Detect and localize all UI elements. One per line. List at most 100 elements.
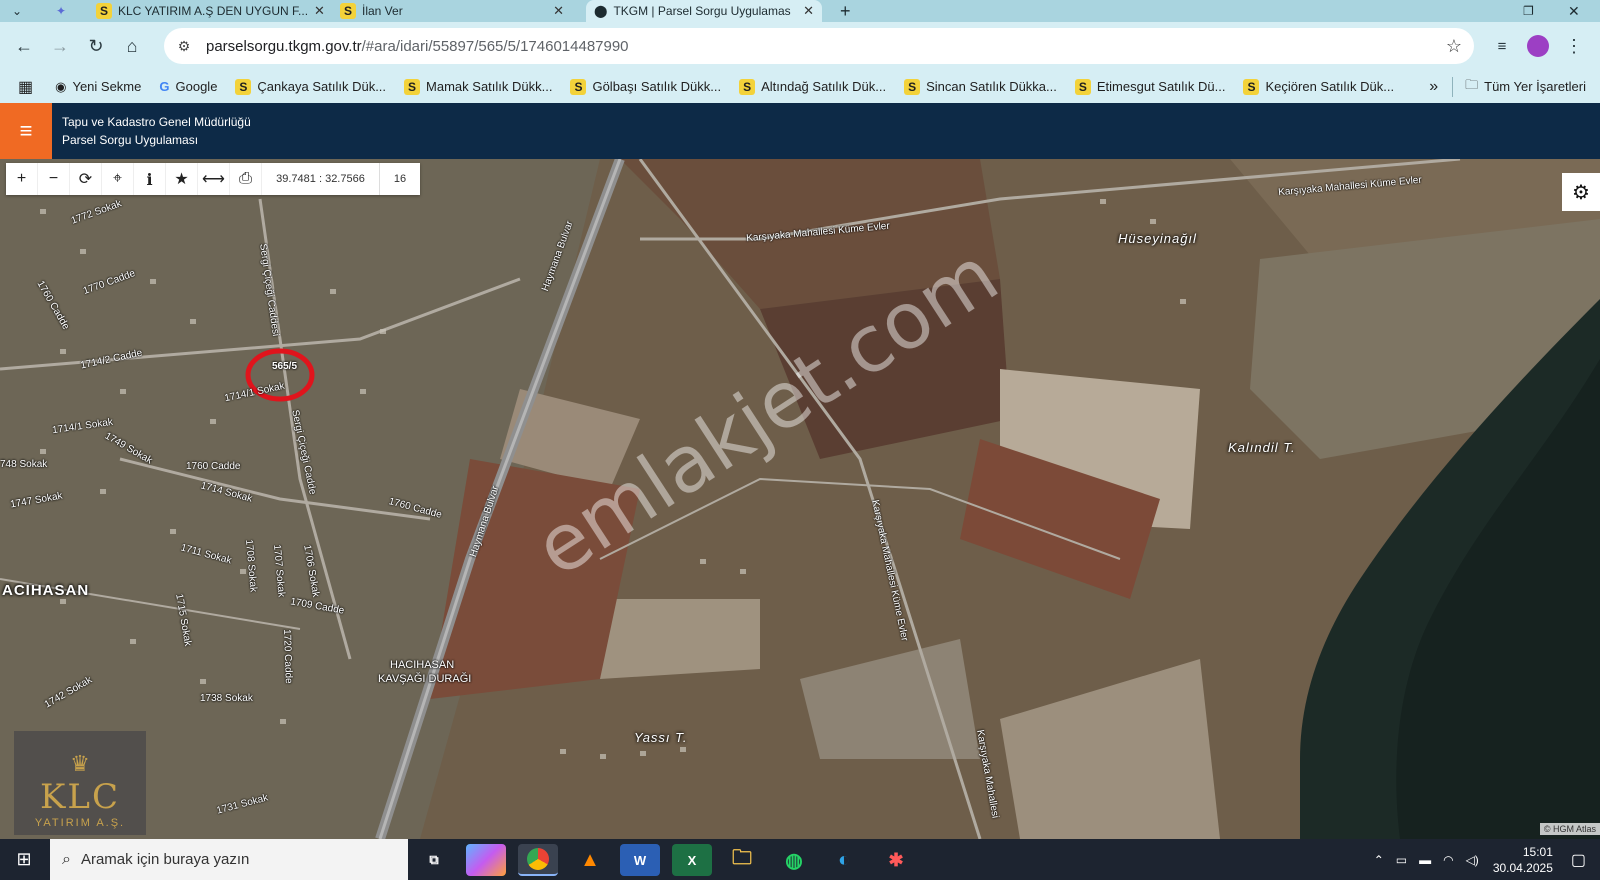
bookmark-altindag[interactable]: S Altındağ Satılık Dük... [739, 78, 886, 95]
more-menu-icon[interactable]: ⋮ [1560, 32, 1588, 60]
bookmark-golbasi[interactable]: S Gölbaşı Satılık Dükk... [570, 78, 722, 95]
print-button[interactable]: ⎙ [230, 163, 262, 195]
tab-ilan-ver[interactable]: S İlan Ver ✕ [332, 0, 572, 22]
bookmark-etimesgut[interactable]: S Etimesgut Satılık Dü... [1074, 78, 1226, 95]
close-icon[interactable]: ✕ [803, 3, 814, 19]
file-explorer-icon[interactable]: 🗀 [722, 844, 762, 876]
refresh-button[interactable]: ⟳ [70, 163, 102, 195]
google-icon: G [159, 79, 170, 94]
bookmarks-overflow[interactable]: » [1429, 78, 1438, 96]
road-label: 748 Sokak [0, 459, 48, 470]
tab-klc[interactable]: S KLC YATIRIM A.Ş DEN UYGUN F... ✕ [88, 0, 328, 22]
place-label-yassi: Yassı T. [634, 730, 688, 745]
task-view-icon[interactable]: ⧉ [414, 844, 454, 876]
measure-button[interactable]: ⟷ [198, 163, 230, 195]
word-icon[interactable]: W [620, 844, 660, 876]
sahibinden-icon: S [404, 78, 421, 95]
browser-chrome: ⌄ ✦ S KLC YATIRIM A.Ş DEN UYGUN F... ✕ S… [0, 0, 1600, 103]
bookmark-label: Sincan Satılık Dükka... [926, 79, 1057, 94]
forward-icon[interactable]: → [46, 32, 74, 60]
chevron-down-icon: ⌄ [12, 4, 23, 18]
vlc-icon[interactable]: ▲ [570, 844, 610, 876]
zoom-out-button[interactable]: − [38, 163, 70, 195]
satellite-map[interactable]: 565/5 Hüseyinağıl Kalındil T. Yassı T. A… [0, 159, 1600, 839]
new-tab-button[interactable]: + [832, 0, 862, 22]
media-icon[interactable]: ≡ [1488, 32, 1516, 60]
location-pin-icon: ⬤ [594, 4, 608, 18]
bookmark-star-icon[interactable]: ☆ [1446, 36, 1462, 57]
sahibinden-icon: S [1074, 78, 1091, 95]
bookmark-sincan[interactable]: S Sincan Satılık Dükka... [904, 78, 1057, 95]
bookmark-label: Yeni Sekme [72, 79, 142, 94]
info-button[interactable]: i [134, 163, 166, 195]
restore-icon[interactable]: ❐ [1515, 0, 1545, 22]
app-title-line1: Tapu ve Kadastro Genel Müdürlüğü [62, 115, 251, 129]
avatar[interactable] [1524, 32, 1552, 60]
search-icon: ⌕ [62, 850, 71, 868]
bus-stop-label: HACIHASAN [390, 659, 455, 671]
taskbar: ⊞ ⌕ Aramak için buraya yazın ⧉ ▲ W X 🗀 ◍… [0, 839, 1600, 880]
favorite-button[interactable]: ★ [166, 163, 198, 195]
hamburger-menu-button[interactable]: ≡ [0, 103, 52, 159]
date: 30.04.2025 [1492, 860, 1553, 875]
window-close-icon[interactable]: ✕ [1560, 0, 1590, 22]
start-button[interactable]: ⊞ [0, 839, 48, 880]
wifi-icon[interactable]: ◠ [1443, 853, 1453, 867]
tab-search-button[interactable]: ⌄ [4, 0, 34, 22]
close-icon[interactable]: ✕ [314, 3, 325, 19]
refresh-icon: ⟳ [78, 171, 93, 188]
back-icon[interactable]: ← [10, 32, 38, 60]
notification-icon[interactable]: ▢ [1571, 850, 1586, 870]
bookmark-google[interactable]: G Google [159, 79, 217, 94]
sahibinden-icon: S [96, 3, 112, 19]
copilot-icon[interactable] [466, 844, 506, 876]
bookmark-mamak[interactable]: S Mamak Satılık Dükk... [404, 78, 553, 95]
coordinate-readout: 39.7481 : 32.7566 [262, 163, 380, 195]
map-toolbar: + − ⟳ ⌖ i ★ ⟷ ⎙ 39.7481 : 32.7566 16 [6, 163, 420, 195]
whatsapp-icon[interactable]: ◍ [774, 844, 814, 876]
device-icon[interactable]: ▭ [1396, 853, 1407, 867]
zoom-in-button[interactable]: + [6, 163, 38, 195]
site-info-icon[interactable]: ⚙ [172, 34, 196, 58]
bookmark-label: Etimesgut Satılık Dü... [1096, 79, 1226, 94]
battery-icon[interactable]: ▬ [1419, 853, 1431, 867]
close-icon[interactable]: ✕ [553, 3, 564, 19]
all-bookmarks[interactable]: 🗀 Tüm Yer İşaretleri [1465, 76, 1586, 98]
folder-icon: 🗀 [1465, 76, 1479, 92]
address-bar[interactable]: ⚙ parselsorgu.tkgm.gov.tr/#ara/idari/558… [164, 28, 1474, 64]
bookmark-label: Gölbaşı Satılık Dükk... [592, 79, 722, 94]
windows-icon: ⊞ [16, 849, 32, 869]
parcel-label[interactable]: 565/5 [272, 361, 297, 372]
home-icon[interactable]: ⌂ [118, 32, 146, 60]
sahibinden-icon: S [904, 78, 921, 95]
volume-icon[interactable]: ◁) [1466, 853, 1479, 867]
place-label-acihasan: ACIHASAN [2, 582, 90, 599]
tab-label: KLC YATIRIM A.Ş DEN UYGUN F... [118, 4, 309, 18]
apps-grid-icon[interactable]: ▦ [18, 77, 33, 97]
printer-icon: ⎙ [239, 170, 252, 187]
chevron-up-icon[interactable]: ⌃ [1374, 853, 1384, 867]
bookmark-yeni-sekme[interactable]: ◉ Yeni Sekme [55, 79, 141, 95]
app-icon[interactable]: ✱ [876, 844, 916, 876]
bookmark-kecioren[interactable]: S Keçiören Satılık Dük... [1243, 78, 1394, 95]
map-attribution: © HGM Atlas [1539, 823, 1600, 835]
tab-tkgm[interactable]: ⬤ TKGM | Parsel Sorgu Uygulamas ✕ [586, 0, 822, 22]
bookmark-cankaya[interactable]: S Çankaya Satılık Dük... [235, 78, 387, 95]
locate-button[interactable]: ⌖ [102, 163, 134, 195]
excel-icon[interactable]: X [672, 844, 712, 876]
tab-pinned[interactable]: ✦ [48, 0, 78, 22]
bookmark-label: Çankaya Satılık Dük... [257, 79, 387, 94]
taskbar-search[interactable]: ⌕ Aramak için buraya yazın [50, 839, 408, 880]
edge-icon[interactable]: ◐ [824, 844, 864, 876]
sahibinden-icon: S [739, 78, 756, 95]
search-placeholder: Aramak için buraya yazın [80, 851, 250, 868]
plus-icon: + [16, 170, 27, 187]
road-label: 1720 Cadde [281, 629, 294, 684]
reload-icon[interactable]: ↻ [82, 32, 110, 60]
bookmark-label: Mamak Satılık Dükk... [426, 79, 553, 94]
gear-icon: ⚙ [1572, 181, 1590, 204]
settings-button[interactable]: ⚙ [1562, 173, 1600, 211]
chrome-icon[interactable] [518, 844, 558, 876]
all-bookmarks-label: Tüm Yer İşaretleri [1484, 79, 1586, 94]
clock[interactable]: 15:01 30.04.2025 [1493, 844, 1553, 876]
